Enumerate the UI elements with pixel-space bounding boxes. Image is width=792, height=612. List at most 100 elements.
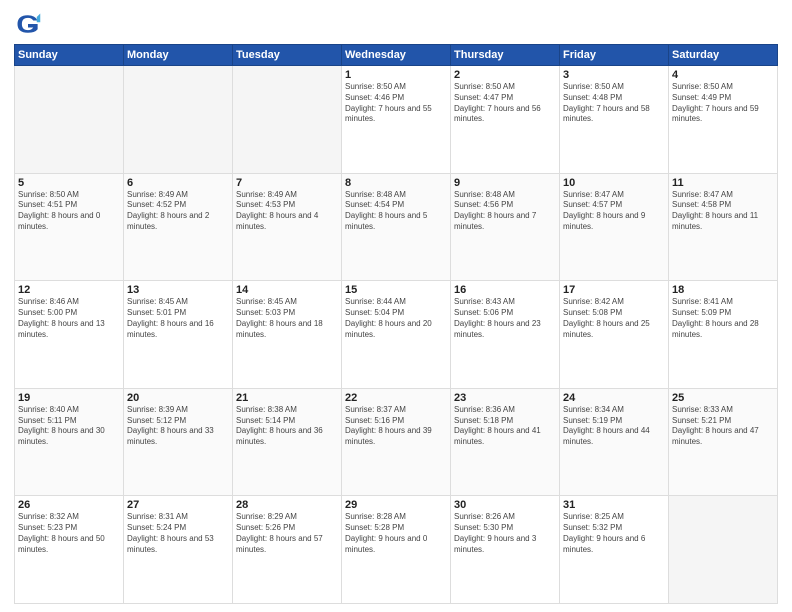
calendar-cell: 26Sunrise: 8:32 AMSunset: 5:23 PMDayligh… (15, 496, 124, 604)
calendar-cell: 6Sunrise: 8:49 AMSunset: 4:52 PMDaylight… (124, 173, 233, 281)
calendar-cell: 21Sunrise: 8:38 AMSunset: 5:14 PMDayligh… (233, 388, 342, 496)
calendar-week-2: 5Sunrise: 8:50 AMSunset: 4:51 PMDaylight… (15, 173, 778, 281)
calendar-cell: 11Sunrise: 8:47 AMSunset: 4:58 PMDayligh… (669, 173, 778, 281)
calendar-cell (669, 496, 778, 604)
day-info: Sunrise: 8:28 AMSunset: 5:28 PMDaylight:… (345, 512, 447, 555)
day-info: Sunrise: 8:50 AMSunset: 4:49 PMDaylight:… (672, 82, 774, 125)
day-number: 19 (18, 392, 120, 404)
logo-icon (14, 10, 42, 38)
day-info: Sunrise: 8:50 AMSunset: 4:47 PMDaylight:… (454, 82, 556, 125)
calendar-cell (233, 66, 342, 174)
day-info: Sunrise: 8:44 AMSunset: 5:04 PMDaylight:… (345, 297, 447, 340)
day-number: 6 (127, 177, 229, 189)
day-info: Sunrise: 8:26 AMSunset: 5:30 PMDaylight:… (454, 512, 556, 555)
day-number: 4 (672, 69, 774, 81)
day-info: Sunrise: 8:47 AMSunset: 4:57 PMDaylight:… (563, 190, 665, 233)
day-number: 23 (454, 392, 556, 404)
day-number: 2 (454, 69, 556, 81)
calendar-cell: 22Sunrise: 8:37 AMSunset: 5:16 PMDayligh… (342, 388, 451, 496)
day-header-monday: Monday (124, 45, 233, 66)
day-header-wednesday: Wednesday (342, 45, 451, 66)
day-info: Sunrise: 8:48 AMSunset: 4:56 PMDaylight:… (454, 190, 556, 233)
day-number: 17 (563, 284, 665, 296)
day-number: 12 (18, 284, 120, 296)
day-number: 14 (236, 284, 338, 296)
calendar-cell: 5Sunrise: 8:50 AMSunset: 4:51 PMDaylight… (15, 173, 124, 281)
day-number: 7 (236, 177, 338, 189)
day-number: 1 (345, 69, 447, 81)
day-header-sunday: Sunday (15, 45, 124, 66)
calendar-cell: 20Sunrise: 8:39 AMSunset: 5:12 PMDayligh… (124, 388, 233, 496)
calendar-cell: 17Sunrise: 8:42 AMSunset: 5:08 PMDayligh… (560, 281, 669, 389)
calendar-cell: 15Sunrise: 8:44 AMSunset: 5:04 PMDayligh… (342, 281, 451, 389)
calendar-cell: 9Sunrise: 8:48 AMSunset: 4:56 PMDaylight… (451, 173, 560, 281)
calendar-table: SundayMondayTuesdayWednesdayThursdayFrid… (14, 44, 778, 604)
calendar-week-3: 12Sunrise: 8:46 AMSunset: 5:00 PMDayligh… (15, 281, 778, 389)
day-info: Sunrise: 8:33 AMSunset: 5:21 PMDaylight:… (672, 405, 774, 448)
day-number: 28 (236, 499, 338, 511)
day-number: 9 (454, 177, 556, 189)
calendar-cell: 29Sunrise: 8:28 AMSunset: 5:28 PMDayligh… (342, 496, 451, 604)
calendar-cell: 7Sunrise: 8:49 AMSunset: 4:53 PMDaylight… (233, 173, 342, 281)
day-header-saturday: Saturday (669, 45, 778, 66)
calendar-cell: 25Sunrise: 8:33 AMSunset: 5:21 PMDayligh… (669, 388, 778, 496)
day-info: Sunrise: 8:49 AMSunset: 4:53 PMDaylight:… (236, 190, 338, 233)
day-number: 15 (345, 284, 447, 296)
calendar-cell: 14Sunrise: 8:45 AMSunset: 5:03 PMDayligh… (233, 281, 342, 389)
day-info: Sunrise: 8:49 AMSunset: 4:52 PMDaylight:… (127, 190, 229, 233)
day-info: Sunrise: 8:43 AMSunset: 5:06 PMDaylight:… (454, 297, 556, 340)
day-number: 24 (563, 392, 665, 404)
day-info: Sunrise: 8:29 AMSunset: 5:26 PMDaylight:… (236, 512, 338, 555)
day-info: Sunrise: 8:40 AMSunset: 5:11 PMDaylight:… (18, 405, 120, 448)
calendar-cell: 1Sunrise: 8:50 AMSunset: 4:46 PMDaylight… (342, 66, 451, 174)
day-info: Sunrise: 8:42 AMSunset: 5:08 PMDaylight:… (563, 297, 665, 340)
day-info: Sunrise: 8:50 AMSunset: 4:46 PMDaylight:… (345, 82, 447, 125)
day-number: 31 (563, 499, 665, 511)
day-info: Sunrise: 8:32 AMSunset: 5:23 PMDaylight:… (18, 512, 120, 555)
day-number: 20 (127, 392, 229, 404)
calendar-cell: 28Sunrise: 8:29 AMSunset: 5:26 PMDayligh… (233, 496, 342, 604)
day-number: 26 (18, 499, 120, 511)
day-header-tuesday: Tuesday (233, 45, 342, 66)
day-number: 18 (672, 284, 774, 296)
calendar-cell: 2Sunrise: 8:50 AMSunset: 4:47 PMDaylight… (451, 66, 560, 174)
calendar-week-5: 26Sunrise: 8:32 AMSunset: 5:23 PMDayligh… (15, 496, 778, 604)
day-number: 11 (672, 177, 774, 189)
calendar-cell: 16Sunrise: 8:43 AMSunset: 5:06 PMDayligh… (451, 281, 560, 389)
day-info: Sunrise: 8:50 AMSunset: 4:48 PMDaylight:… (563, 82, 665, 125)
day-info: Sunrise: 8:36 AMSunset: 5:18 PMDaylight:… (454, 405, 556, 448)
calendar-cell: 12Sunrise: 8:46 AMSunset: 5:00 PMDayligh… (15, 281, 124, 389)
day-header-thursday: Thursday (451, 45, 560, 66)
logo (14, 10, 46, 38)
day-info: Sunrise: 8:39 AMSunset: 5:12 PMDaylight:… (127, 405, 229, 448)
day-number: 27 (127, 499, 229, 511)
calendar-cell: 18Sunrise: 8:41 AMSunset: 5:09 PMDayligh… (669, 281, 778, 389)
calendar-cell: 31Sunrise: 8:25 AMSunset: 5:32 PMDayligh… (560, 496, 669, 604)
calendar-cell: 30Sunrise: 8:26 AMSunset: 5:30 PMDayligh… (451, 496, 560, 604)
day-info: Sunrise: 8:34 AMSunset: 5:19 PMDaylight:… (563, 405, 665, 448)
day-info: Sunrise: 8:46 AMSunset: 5:00 PMDaylight:… (18, 297, 120, 340)
day-info: Sunrise: 8:47 AMSunset: 4:58 PMDaylight:… (672, 190, 774, 233)
day-info: Sunrise: 8:45 AMSunset: 5:01 PMDaylight:… (127, 297, 229, 340)
day-info: Sunrise: 8:41 AMSunset: 5:09 PMDaylight:… (672, 297, 774, 340)
day-info: Sunrise: 8:38 AMSunset: 5:14 PMDaylight:… (236, 405, 338, 448)
day-number: 5 (18, 177, 120, 189)
calendar-cell: 10Sunrise: 8:47 AMSunset: 4:57 PMDayligh… (560, 173, 669, 281)
day-info: Sunrise: 8:37 AMSunset: 5:16 PMDaylight:… (345, 405, 447, 448)
day-number: 16 (454, 284, 556, 296)
day-number: 22 (345, 392, 447, 404)
day-number: 10 (563, 177, 665, 189)
calendar-cell: 24Sunrise: 8:34 AMSunset: 5:19 PMDayligh… (560, 388, 669, 496)
page: SundayMondayTuesdayWednesdayThursdayFrid… (0, 0, 792, 612)
day-number: 13 (127, 284, 229, 296)
calendar-header-row: SundayMondayTuesdayWednesdayThursdayFrid… (15, 45, 778, 66)
day-number: 29 (345, 499, 447, 511)
day-number: 21 (236, 392, 338, 404)
calendar-cell: 13Sunrise: 8:45 AMSunset: 5:01 PMDayligh… (124, 281, 233, 389)
day-number: 25 (672, 392, 774, 404)
day-info: Sunrise: 8:45 AMSunset: 5:03 PMDaylight:… (236, 297, 338, 340)
day-number: 3 (563, 69, 665, 81)
calendar-cell (15, 66, 124, 174)
header (14, 10, 778, 38)
calendar-cell: 27Sunrise: 8:31 AMSunset: 5:24 PMDayligh… (124, 496, 233, 604)
